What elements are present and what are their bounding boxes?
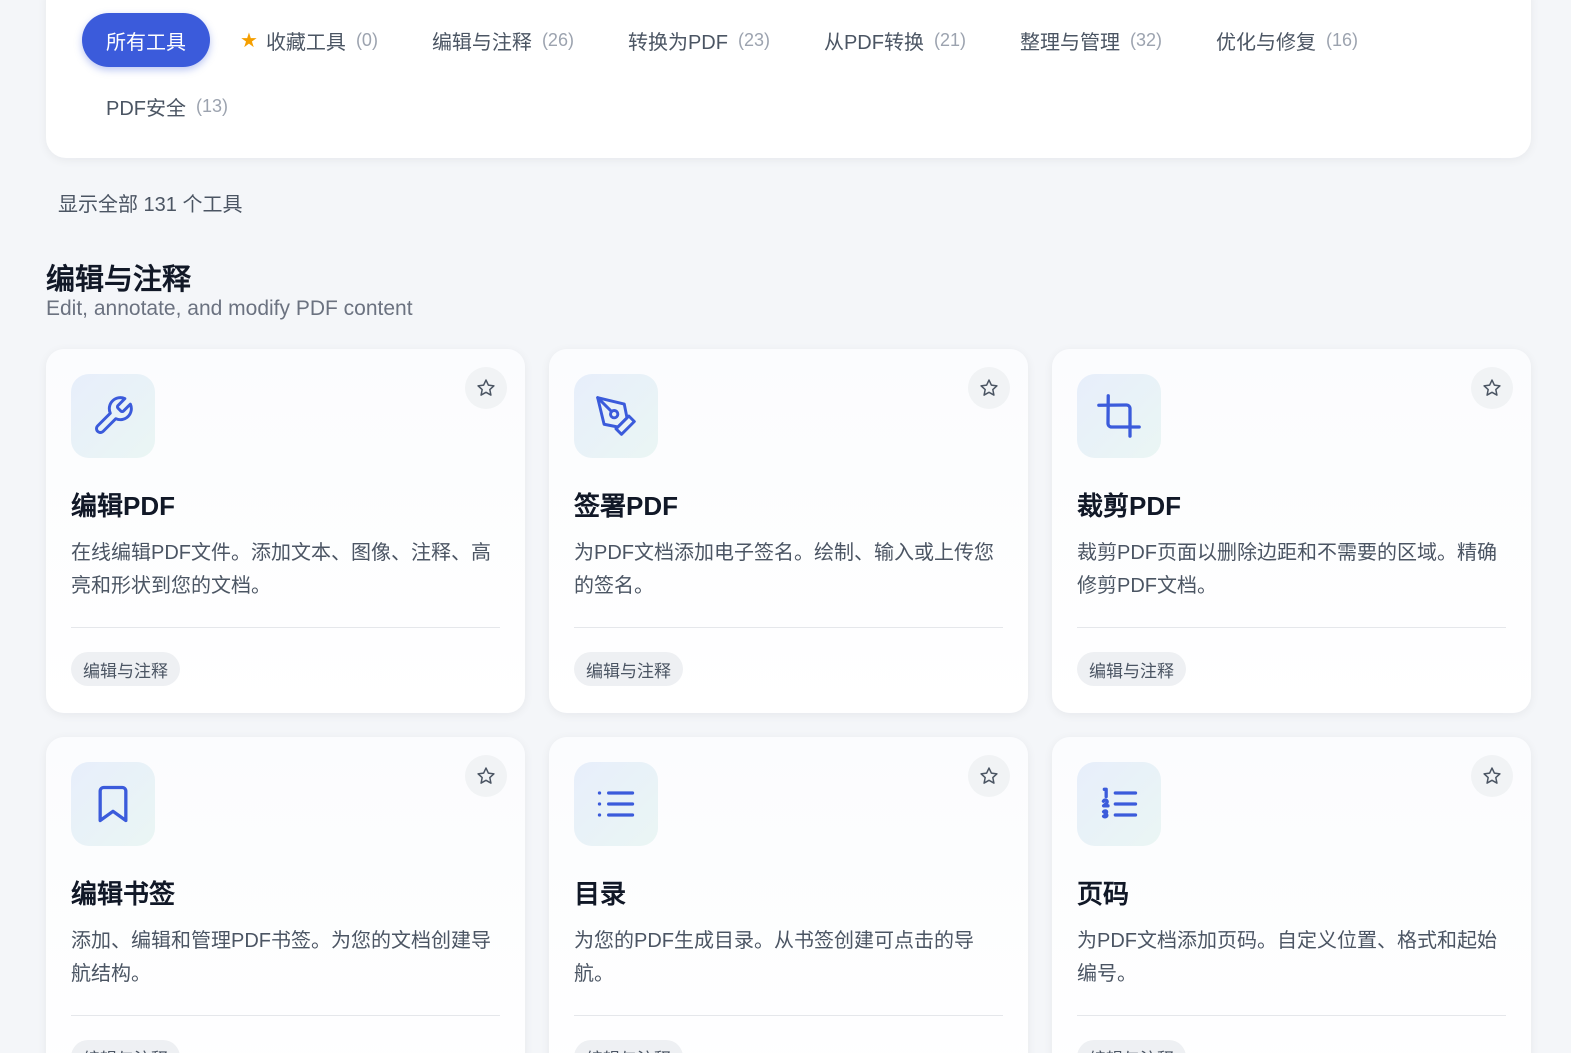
tab-label: 编辑与注释 (431, 31, 532, 54)
tool-description: 裁剪PDF页面以删除边距和不需要的区域。精确修剪PDF文档。 (1077, 542, 1497, 597)
category-tabs: 所有工具 ★ 收藏工具 (0) 编辑与注释 (26) 转换为PDF (23) 从… (82, 13, 1502, 133)
crop-icon (1077, 374, 1161, 458)
category-tag: 编辑与注释 (574, 1040, 683, 1053)
tool-title: 编辑书签 (71, 879, 176, 909)
favorite-star-button[interactable] (465, 755, 507, 797)
tab-organize-manage[interactable]: 整理与管理 (32) (996, 13, 1186, 67)
tool-description: 在线编辑PDF文件。添加文本、图像、注释、高亮和形状到您的文档。 (71, 542, 491, 597)
category-filter-panel: 所有工具 ★ 收藏工具 (0) 编辑与注释 (26) 转换为PDF (23) 从… (46, 0, 1531, 158)
category-tag: 编辑与注释 (71, 652, 180, 686)
card-divider (1077, 627, 1506, 628)
tool-description: 为PDF文档添加页码。自定义位置、格式和起始编号。 (1077, 930, 1497, 985)
tab-favorites[interactable]: ★ 收藏工具 (0) (216, 13, 402, 67)
card-divider (1077, 1015, 1506, 1016)
card-divider (71, 1015, 500, 1016)
tool-title: 目录 (574, 879, 627, 909)
tool-card-edit-bookmarks[interactable]: 编辑书签 添加、编辑和管理PDF书签。为您的文档创建导航结构。 编辑与注释 (46, 737, 525, 1053)
tab-label: 整理与管理 (1019, 31, 1120, 54)
section-title: 编辑与注释 (46, 264, 192, 296)
tool-count-summary: 显示全部 131 个工具 (58, 194, 243, 216)
favorite-star-button[interactable] (1471, 755, 1513, 797)
tool-card-edit-pdf[interactable]: 编辑PDF 在线编辑PDF文件。添加文本、图像、注释、高亮和形状到您的文档。 编… (46, 349, 525, 713)
tab-label: 转换为PDF (627, 31, 728, 54)
tab-count: (21) (933, 29, 966, 50)
tab-convert-from-pdf[interactable]: 从PDF转换 (21) (800, 13, 990, 67)
tool-description: 为PDF文档添加电子签名。绘制、输入或上传您的签名。 (574, 542, 994, 597)
favorite-star-button[interactable] (968, 755, 1010, 797)
tab-convert-to-pdf[interactable]: 转换为PDF (23) (604, 13, 794, 67)
tool-card-sign-pdf[interactable]: 签署PDF 为PDF文档添加电子签名。绘制、输入或上传您的签名。 编辑与注释 (549, 349, 1028, 713)
tool-card-page-numbers[interactable]: 页码 为PDF文档添加页码。自定义位置、格式和起始编号。 编辑与注释 (1052, 737, 1531, 1053)
favorite-star-button[interactable] (968, 367, 1010, 409)
tab-pdf-security[interactable]: PDF安全 (13) (82, 79, 252, 133)
tool-description: 为您的PDF生成目录。从书签创建可点击的导航。 (574, 930, 974, 985)
tab-edit-annotate[interactable]: 编辑与注释 (26) (408, 13, 598, 67)
tab-count: (26) (541, 29, 574, 50)
numbered-list-icon (1077, 762, 1161, 846)
category-tag: 编辑与注释 (1077, 652, 1186, 686)
tool-title: 裁剪PDF (1077, 491, 1182, 521)
card-divider (71, 627, 500, 628)
list-icon (574, 762, 658, 846)
tool-title: 签署PDF (574, 491, 679, 521)
tab-label: 从PDF转换 (823, 31, 924, 54)
tool-title: 页码 (1077, 879, 1130, 909)
section-subtitle: Edit, annotate, and modify PDF content (46, 297, 413, 320)
card-divider (574, 627, 1003, 628)
tool-title: 编辑PDF (71, 491, 176, 521)
tab-optimize-repair[interactable]: 优化与修复 (16) (1192, 13, 1382, 67)
card-divider (574, 1015, 1003, 1016)
category-tag: 编辑与注释 (1077, 1040, 1186, 1053)
tool-grid: 编辑PDF 在线编辑PDF文件。添加文本、图像、注释、高亮和形状到您的文档。 编… (46, 349, 1531, 1053)
tab-label: 优化与修复 (1216, 31, 1316, 54)
tab-count: (0) (355, 29, 378, 50)
bookmark-icon (71, 762, 155, 846)
favorite-star-button[interactable] (465, 367, 507, 409)
category-tag: 编辑与注释 (71, 1040, 180, 1053)
wrench-icon (71, 374, 155, 458)
tab-count: (23) (737, 29, 770, 50)
tool-card-crop-pdf[interactable]: 裁剪PDF 裁剪PDF页面以删除边距和不需要的区域。精确修剪PDF文档。 编辑与… (1052, 349, 1531, 713)
tool-card-table-of-contents[interactable]: 目录 为您的PDF生成目录。从书签创建可点击的导航。 编辑与注释 (549, 737, 1028, 1053)
tab-count: (32) (1129, 29, 1162, 50)
tab-all-tools[interactable]: 所有工具 (82, 13, 210, 67)
tab-label: PDF安全 (106, 97, 186, 120)
tab-count: (16) (1326, 29, 1359, 50)
star-icon: ★ (240, 29, 258, 52)
tab-label: 所有工具 (106, 31, 186, 54)
tab-count: (13) (196, 95, 229, 116)
favorite-star-button[interactable] (1471, 367, 1513, 409)
category-tag: 编辑与注释 (574, 652, 683, 686)
pen-nib-icon (574, 374, 658, 458)
tab-label: 收藏工具 (265, 31, 346, 54)
tool-description: 添加、编辑和管理PDF书签。为您的文档创建导航结构。 (71, 930, 491, 985)
